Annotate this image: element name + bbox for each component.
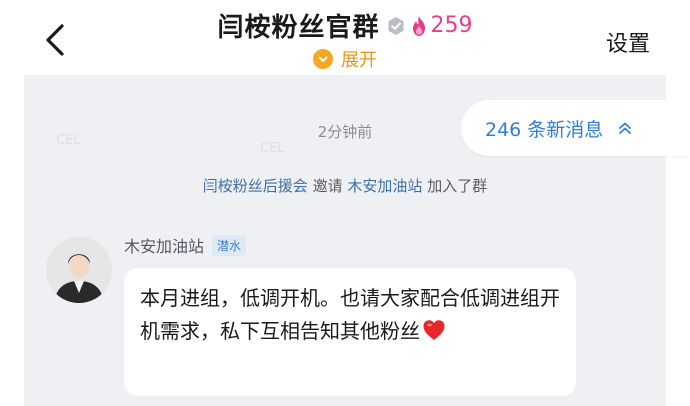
notice-suffix: 加入了群 bbox=[427, 177, 488, 195]
watermark: ·CEL bbox=[256, 141, 285, 156]
flame-icon bbox=[412, 15, 425, 36]
group-title: 闫桉粉丝官群 bbox=[217, 13, 380, 43]
member-title-badge: 潜水 bbox=[212, 234, 247, 256]
expand-label: 展开 bbox=[341, 50, 377, 71]
group-title-row: 闫桉粉丝官群 259 bbox=[0, 7, 690, 44]
member-count: 259 bbox=[430, 13, 473, 38]
double-chevron-up-icon bbox=[619, 122, 632, 134]
expand-toggle[interactable]: 展开 bbox=[0, 46, 690, 72]
system-notice: 闫桉粉丝后援会 邀请 木安加油站 加入了群 bbox=[24, 175, 666, 196]
sender-row: 木安加油站 潜水 bbox=[124, 233, 247, 257]
new-messages-button[interactable]: 246 条新消息 bbox=[461, 100, 690, 156]
verified-badge-icon bbox=[388, 16, 403, 35]
avatar[interactable] bbox=[46, 237, 112, 303]
settings-button[interactable]: 设置 bbox=[606, 26, 650, 58]
heart-icon bbox=[423, 320, 445, 340]
message-text: 本月进组，低调开机。也请大家配合低调进组开机需求，私下互相告知其他粉丝 bbox=[140, 286, 560, 343]
sender-name[interactable]: 木安加油站 bbox=[124, 233, 204, 257]
new-messages-label: 246 条新消息 bbox=[485, 118, 604, 141]
notice-action: 邀请 bbox=[312, 177, 343, 195]
notice-inviter[interactable]: 闫桉粉丝后援会 bbox=[203, 177, 308, 195]
chevron-down-icon bbox=[313, 49, 333, 69]
chat-area[interactable]: ·CEL ·CEL 2分钟前 246 条新消息 闫桉粉丝后援会 邀请 木安加油站… bbox=[24, 75, 690, 406]
message-bubble[interactable]: 本月进组，低调开机。也请大家配合低调进组开机需求，私下互相告知其他粉丝 bbox=[124, 268, 576, 396]
chat-header: 闫桉粉丝官群 259 展开 设置 bbox=[0, 0, 690, 80]
notice-invitee[interactable]: 木安加油站 bbox=[347, 177, 422, 195]
